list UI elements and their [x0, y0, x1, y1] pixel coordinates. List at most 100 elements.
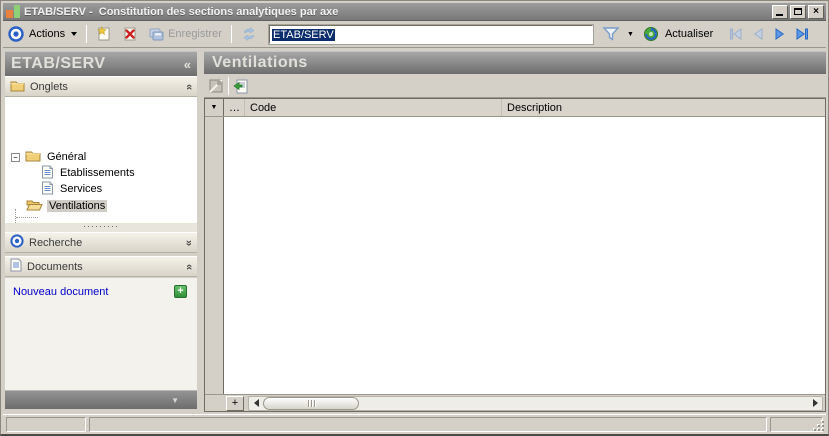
refresh-button[interactable]: Actualiser — [638, 23, 720, 45]
status-panel-left — [6, 417, 86, 432]
add-row-button[interactable]: + — [226, 395, 244, 411]
nav-first-button[interactable] — [728, 26, 744, 42]
column-header-ellipsis[interactable]: … — [224, 99, 245, 116]
tree-item-ventilations-label: Ventilations — [47, 200, 108, 212]
section-recherche: Recherche « — [5, 232, 197, 253]
section-documents-label: Documents — [27, 260, 83, 273]
tree-item-ventilations[interactable]: Ventilations — [26, 198, 108, 214]
scroll-left-icon — [253, 399, 259, 407]
record-navigation — [728, 26, 810, 42]
sidebar-collapse-icon[interactable]: « — [184, 57, 191, 72]
folder-icon — [10, 79, 25, 95]
title-bar: ETAB/SERV - Constitution des sections an… — [3, 3, 826, 21]
scroll-right-button[interactable] — [808, 397, 822, 410]
horizontal-scrollbar[interactable] — [248, 395, 823, 411]
actions-bullseye-icon — [8, 26, 24, 42]
main-toolbar: Actions Enregistrer ETAB/SERV ▼ Actualis… — [3, 21, 826, 48]
toolbar-right-group: ▼ Actualiser — [597, 21, 826, 47]
grid-header-row: ▼ … Code Description — [205, 99, 825, 117]
close-icon: × — [813, 6, 819, 17]
chevron-down-icon[interactable]: « — [183, 239, 195, 245]
scroll-right-icon — [812, 399, 818, 407]
scroll-left-button[interactable] — [249, 397, 263, 410]
resize-grip[interactable] — [813, 420, 825, 432]
filter-caret-icon[interactable]: ▼ — [627, 31, 634, 38]
maximize-button[interactable] — [790, 4, 806, 19]
ventilations-grid: ▼ … Code Description + — [204, 98, 826, 412]
app-icon — [6, 5, 20, 18]
record-field-value: ETAB/SERV — [272, 28, 335, 41]
refresh-icon — [643, 26, 659, 42]
chevron-up-icon[interactable]: « — [183, 263, 195, 269]
sync-icon — [241, 26, 257, 42]
thumb-grip — [313, 399, 315, 407]
sync-button[interactable] — [236, 23, 262, 45]
scrollbar-thumb[interactable] — [263, 396, 359, 410]
add-document-icon[interactable] — [233, 78, 249, 94]
save-button[interactable]: Enregistrer — [143, 23, 227, 45]
new-record-icon — [96, 26, 112, 42]
preview-icon[interactable] — [208, 78, 224, 94]
filter-funnel-icon — [602, 26, 620, 42]
section-onglets-header[interactable]: Onglets « — [5, 76, 197, 97]
new-document-link[interactable]: Nouveau document — [13, 286, 108, 298]
actions-caret-icon — [71, 32, 78, 36]
tree-expander-icon[interactable]: − — [11, 152, 20, 162]
sidebar-footer: ▼ — [5, 390, 197, 409]
actions-label: Actions — [29, 28, 66, 40]
main-panel-header: Ventilations — [204, 51, 826, 74]
tree-connector — [16, 217, 38, 218]
section-recherche-label: Recherche — [29, 236, 83, 249]
footer-caret-icon[interactable]: ▼ — [171, 396, 179, 405]
sidebar-header: ETAB/SERV « — [5, 51, 197, 76]
delete-record-button[interactable] — [117, 23, 143, 45]
tree-item-etablissements[interactable]: Etablissements — [41, 165, 137, 181]
nav-last-button[interactable] — [794, 26, 810, 42]
filter-button[interactable] — [597, 23, 623, 45]
grid-bottom-bar: + — [205, 394, 825, 411]
save-label: Enregistrer — [168, 28, 222, 40]
tree-item-general[interactable]: − Général — [11, 149, 88, 165]
section-recherche-header[interactable]: Recherche « — [5, 232, 197, 253]
main-panel-title: Ventilations — [212, 54, 308, 71]
record-field[interactable]: ETAB/SERV — [268, 24, 594, 45]
grid-body[interactable] — [205, 117, 825, 394]
nav-next-button[interactable] — [772, 26, 788, 42]
chevron-up-icon[interactable]: « — [183, 83, 195, 89]
toolbar-separator — [230, 25, 232, 43]
minimize-button[interactable] — [772, 4, 788, 19]
grid-dropdown-icon: ▼ — [210, 104, 218, 111]
sidebar-title: ETAB/SERV — [11, 55, 106, 72]
tree-item-services[interactable]: Services — [41, 181, 104, 197]
actions-button[interactable]: Actions — [24, 25, 82, 43]
column-header-code[interactable]: Code — [245, 99, 502, 116]
tree-connector — [15, 209, 16, 223]
main-panel: Ventilations ▼ … Code Description + — [204, 51, 826, 412]
document-icon — [10, 258, 22, 275]
maximize-icon — [794, 8, 802, 15]
status-panel-center — [89, 417, 767, 432]
minimize-icon — [776, 13, 783, 16]
status-bar — [3, 414, 826, 433]
thumb-grip — [310, 399, 312, 407]
grid-selector-cell[interactable]: ▼ — [205, 99, 224, 116]
section-onglets-label: Onglets — [30, 80, 68, 93]
section-documents: Documents « — [5, 256, 197, 277]
column-header-description[interactable]: Description — [502, 99, 825, 116]
documents-body: Nouveau document + — [5, 278, 197, 390]
sidebar-splitter[interactable]: ········· — [5, 222, 197, 232]
sidebar: ETAB/SERV « Onglets « − Général Etabliss… — [5, 51, 197, 409]
row-indicator-column — [205, 117, 224, 394]
refresh-label: Actualiser — [664, 28, 714, 40]
toolbar-separator — [228, 76, 229, 95]
add-document-button[interactable]: + — [174, 285, 187, 298]
close-button[interactable]: × — [808, 4, 824, 19]
thumb-grip — [307, 399, 309, 407]
window-controls: × — [772, 4, 826, 19]
section-documents-header[interactable]: Documents « — [5, 256, 197, 277]
document-icon — [41, 181, 54, 198]
window-title: ETAB/SERV - Constitution des sections an… — [24, 5, 339, 18]
nav-previous-button[interactable] — [750, 26, 766, 42]
new-record-button[interactable] — [91, 23, 117, 45]
save-icon — [148, 26, 164, 42]
